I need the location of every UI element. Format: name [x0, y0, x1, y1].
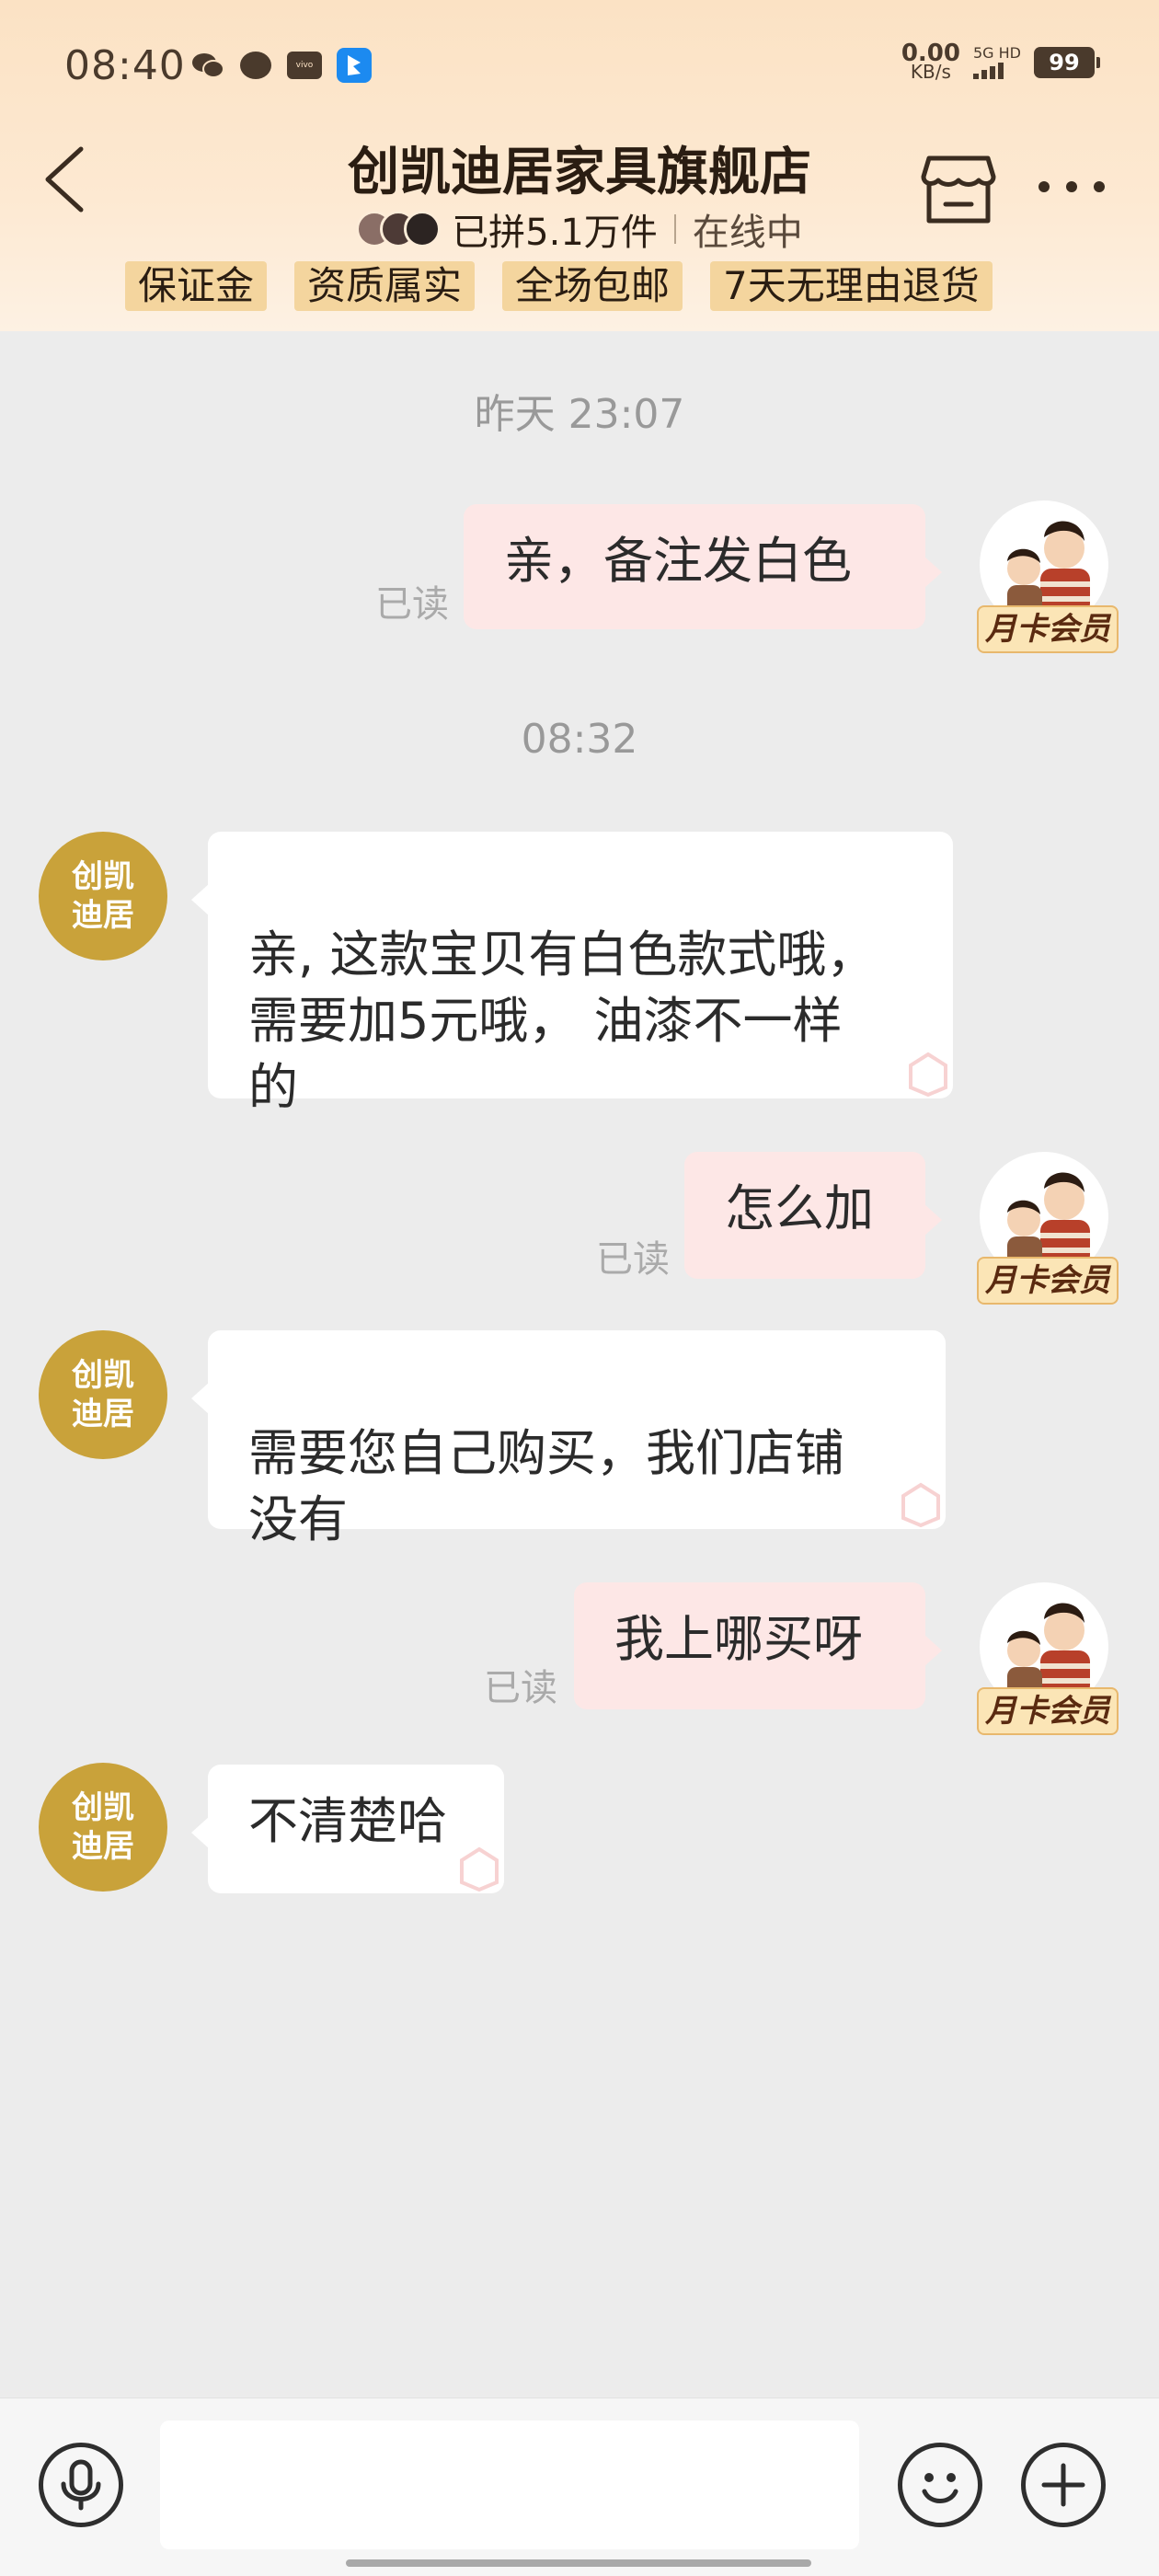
timestamp: 08:32: [521, 716, 638, 763]
timestamp: 昨天 23:07: [474, 391, 685, 438]
message-bubble-icon: [239, 49, 272, 82]
input-bar: [0, 2398, 1159, 2576]
shop-message-bubble[interactable]: 需要您自己购买，我们店铺 没有: [191, 1330, 946, 1548]
chat-header: 08:40 vivo 0.00 KB/s 5G HD 99 创凯迪居家具旗舰店 …: [0, 0, 1159, 331]
network-type: 5G HD: [972, 44, 1021, 62]
watermark-icon: [901, 1482, 940, 1527]
status-right: 0.00 KB/s 5G HD 99: [901, 40, 1100, 81]
tag-verified[interactable]: 资质属实: [294, 261, 476, 311]
home-indicator[interactable]: [346, 2559, 811, 2567]
dot-icon: [1039, 181, 1050, 192]
emoji-button[interactable]: [898, 2443, 982, 2527]
my-message-bubble[interactable]: 我上哪买呀: [574, 1582, 942, 1709]
vip-badge: 月卡会员: [977, 605, 1119, 653]
buyer-avatars: [356, 211, 442, 247]
message-text: 怎么加: [725, 1179, 874, 1237]
vivo-icon: vivo: [287, 52, 322, 79]
plus-icon: [1041, 2463, 1085, 2507]
vip-badge: 月卡会员: [977, 1257, 1119, 1305]
emoji-icon: [922, 2473, 958, 2503]
my-message-bubble[interactable]: 怎么加: [684, 1152, 942, 1279]
user-avatar[interactable]: 月卡会员: [977, 1152, 1119, 1305]
net-speed: 0.00 KB/s: [901, 40, 960, 81]
sales-count: 已拼5.1万件: [452, 212, 658, 254]
dot-icon: [1066, 181, 1077, 192]
status-bar: 08:40 vivo 0.00 KB/s 5G HD 99: [0, 0, 1159, 138]
message-text: 我上哪买呀: [614, 1610, 863, 1668]
tag-deposit[interactable]: 保证金: [125, 261, 268, 311]
user-avatar[interactable]: 月卡会员: [977, 1582, 1119, 1735]
user-avatar[interactable]: 月卡会员: [977, 500, 1119, 653]
microphone-icon: [61, 2459, 101, 2511]
message-text: 亲, 这款宝贝有白色款式哦， 需要加5元哦， 油漆不一样 的: [248, 926, 877, 1116]
battery-icon: 99: [1034, 47, 1100, 78]
more-actions-button[interactable]: [1021, 2443, 1106, 2527]
message-text: 亲，备注发白色: [504, 532, 852, 590]
tag-free-shipping[interactable]: 全场包邮: [502, 261, 683, 311]
tag-7day-return[interactable]: 7天无理由退货: [710, 261, 993, 311]
wechat-icon: [191, 52, 224, 79]
shop-message-bubble[interactable]: 亲, 这款宝贝有白色款式哦， 需要加5元哦， 油漆不一样 的: [191, 832, 953, 1116]
blue-app-icon: [337, 48, 372, 83]
message-text: 不清楚哈: [248, 1792, 447, 1850]
watermark-icon: [909, 1052, 947, 1097]
voice-button[interactable]: [39, 2443, 123, 2527]
vip-badge: 月卡会员: [977, 1687, 1119, 1735]
shop-message-bubble[interactable]: 不清楚哈: [191, 1765, 504, 1893]
shop-avatar[interactable]: 创凯 迪居: [39, 832, 167, 960]
dot-icon: [1094, 181, 1105, 192]
more-options-button[interactable]: [1030, 173, 1113, 201]
shop-subline: 已拼5.1万件 在线中: [0, 202, 1159, 256]
signal-bars-icon: [972, 63, 1021, 79]
online-status: 在线中: [692, 212, 803, 254]
status-app-icons: vivo: [191, 48, 372, 83]
signal-indicator: 5G HD: [972, 44, 1021, 79]
divider: [673, 214, 676, 244]
shop-avatar[interactable]: 创凯 迪居: [39, 1763, 167, 1892]
my-message-bubble[interactable]: 亲，备注发白色: [464, 504, 942, 629]
read-receipt: 已读: [596, 1238, 670, 1281]
message-text: 需要您自己购买，我们店铺 没有: [248, 1424, 844, 1548]
status-time: 08:40: [64, 42, 186, 89]
message-input[interactable]: [160, 2421, 859, 2549]
shop-tags: 保证金 资质属实 全场包邮 7天无理由退货: [125, 261, 993, 311]
net-speed-value: 0.00: [901, 40, 960, 67]
watermark-icon: [460, 1846, 499, 1892]
read-receipt: 已读: [375, 583, 449, 626]
read-receipt: 已读: [484, 1667, 557, 1709]
shop-avatar[interactable]: 创凯 迪居: [39, 1330, 167, 1459]
